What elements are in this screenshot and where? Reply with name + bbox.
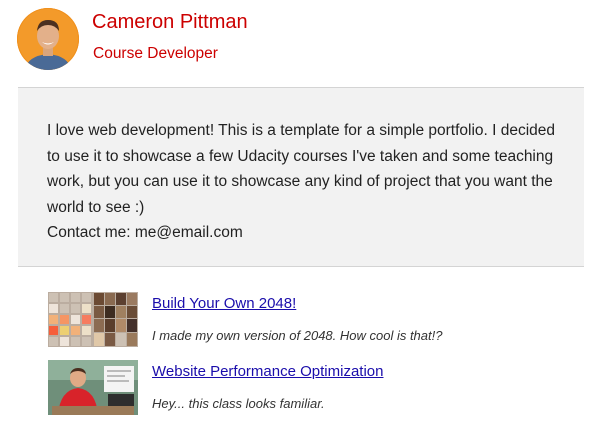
project-description-2048: I made my own version of 2048. How cool … (152, 328, 443, 343)
2048-game-thumbnail[interactable] (48, 292, 138, 347)
project-link-performance[interactable]: Website Performance Optimization (152, 363, 383, 380)
bio-text: I love web development! This is a templa… (47, 122, 556, 216)
profile-header: Cameron Pittman Course Developer (0, 0, 606, 87)
project-link-2048[interactable]: Build Your Own 2048! (152, 295, 296, 312)
project-item-performance: Website Performance Optimization Hey... … (48, 360, 588, 420)
profile-name: Cameron Pittman (92, 11, 248, 33)
bio-text-block: I love web development! This is a templa… (47, 118, 567, 246)
course-video-thumbnail[interactable] (48, 360, 138, 415)
project-description-performance: Hey... this class looks familiar. (152, 396, 325, 411)
profile-title: Course Developer (93, 45, 218, 62)
bio-section: I love web development! This is a templa… (18, 87, 584, 267)
avatar (17, 8, 79, 70)
contact-line: Contact me: me@email.com (47, 224, 243, 242)
project-item-2048: Build Your Own 2048! I made my own versi… (48, 292, 588, 352)
